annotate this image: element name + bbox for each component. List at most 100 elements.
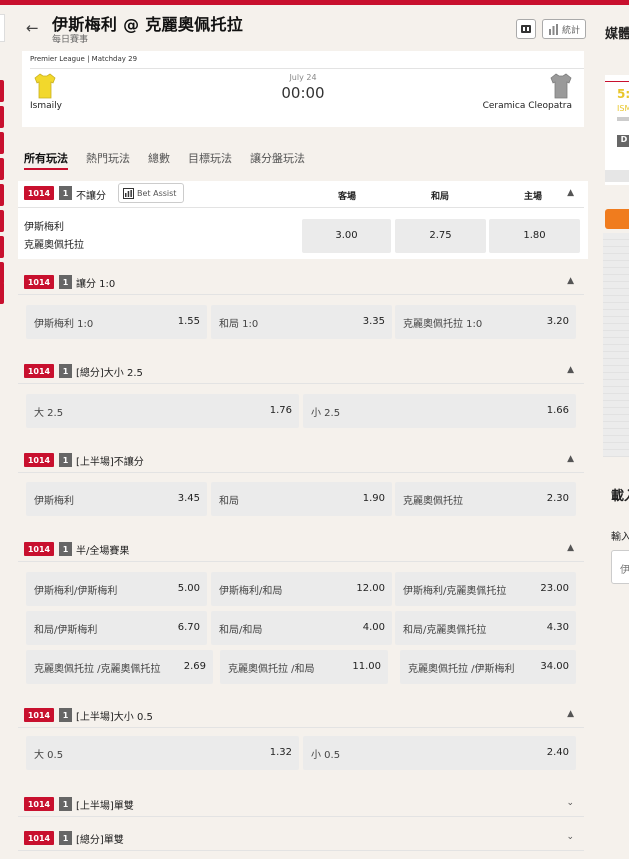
market-header[interactable]: 1014 1 [總分]大小 2.5 ▲ <box>18 361 584 384</box>
odds-value: 1.90 <box>362 493 385 504</box>
odds-button[interactable]: 伊斯梅利/伊斯梅利 5.00 <box>26 572 207 606</box>
odds-value: 3.45 <box>177 493 200 504</box>
odds-button[interactable]: 和局/克麗奧佩托拉 4.30 <box>395 611 576 645</box>
right-side-panel: 媒體 5: ISM D 載入 輸入 伊 <box>598 5 629 859</box>
odds-button[interactable]: 伊斯梅利 1:0 1.55 <box>26 305 207 339</box>
left-marker[interactable] <box>0 158 4 180</box>
team-abbr: ISM <box>617 104 629 113</box>
left-collapsed-panel[interactable] <box>0 14 5 42</box>
match-time: 00:00 <box>281 84 325 102</box>
stake-input[interactable]: 伊 <box>611 550 629 584</box>
left-marker[interactable] <box>0 80 4 102</box>
bet-assist-button[interactable]: Bet Assist <box>118 183 184 203</box>
odds-button[interactable]: 3.00 <box>302 219 391 253</box>
left-marker[interactable] <box>0 236 4 258</box>
market-header[interactable]: 1014 1 [總分]單雙 ⌄ <box>18 828 584 851</box>
odds-button[interactable]: 克麗奧佩托拉 /克麗奧佩托拉 2.69 <box>26 650 213 684</box>
market-section: 1014 1 不讓分 Bet Assist 客場 和局 主場 ▲ 伊斯梅利 克麗… <box>18 181 588 259</box>
odds-button[interactable]: 和局/和局 4.00 <box>211 611 392 645</box>
tab-totals[interactable]: 總數 <box>148 150 170 170</box>
market-header[interactable]: 1014 1 不讓分 Bet Assist 客場 和局 主場 ▲ <box>18 181 584 208</box>
chevron-up-icon[interactable]: ▲ <box>567 709 574 719</box>
odds-value: 4.00 <box>362 622 385 633</box>
match-detail-panel: ← 伊斯梅利 @ 克麗奧佩托拉 每日賽事 統計 Premier League |… <box>18 5 588 859</box>
odds-button[interactable]: 小 0.5 2.40 <box>303 736 576 770</box>
market-name: 讓分 1:0 <box>76 279 116 290</box>
odds-button[interactable]: 克麗奧佩托拉 2.30 <box>395 482 576 516</box>
left-marker[interactable] <box>0 262 4 284</box>
odds-value: 1.55 <box>177 316 200 327</box>
market-header[interactable]: 1014 1 半/全場賽果 ▲ <box>18 539 584 562</box>
market-id-badge: 1014 <box>24 364 54 378</box>
chevron-up-icon[interactable]: ▲ <box>567 543 574 553</box>
odds-button[interactable]: 小 2.5 1.66 <box>303 394 576 428</box>
odds-button[interactable]: 伊斯梅利/和局 12.00 <box>211 572 392 606</box>
stats-label: 統計 <box>561 25 580 36</box>
odds-button[interactable]: 伊斯梅利/克麗奧佩托拉 23.00 <box>395 572 576 606</box>
odds-button[interactable]: 和局 1:0 3.35 <box>211 305 392 339</box>
market-section: 1014 1 讓分 1:0 ▲ 伊斯梅利 1:0 1.55 和局 1:0 3.35 克麗奧佩托拉… <box>18 272 588 351</box>
chevron-up-icon[interactable]: ▲ <box>567 365 574 375</box>
orange-action-button[interactable] <box>605 209 629 229</box>
tab-all[interactable]: 所有玩法 <box>24 150 68 170</box>
back-arrow-icon[interactable]: ← <box>26 19 39 37</box>
away-team-name: Ceramica Cleopatra <box>482 101 572 111</box>
market-header[interactable]: 1014 1 讓分 1:0 ▲ <box>18 272 584 295</box>
chevron-down-icon[interactable]: ⌄ <box>566 832 574 842</box>
selection-label: 和局/和局 <box>219 625 263 636</box>
selection-label: 克麗奧佩托拉 /伊斯梅利 <box>408 664 515 675</box>
market-count-badge: 1 <box>59 364 72 378</box>
left-marker[interactable] <box>0 282 4 304</box>
selection-label: 伊斯梅利/克麗奧佩托拉 <box>403 586 507 597</box>
odds-value: 12.00 <box>356 583 385 594</box>
score-digit: 5: <box>617 87 629 101</box>
left-marker[interactable] <box>0 106 4 128</box>
selection-label: 和局/克麗奧佩托拉 <box>403 625 487 636</box>
team-name: 克麗奧佩托拉 <box>24 240 84 251</box>
left-marker[interactable] <box>0 184 4 206</box>
selection-label: 伊斯梅利 1:0 <box>34 319 94 330</box>
odds-button[interactable]: 克麗奧佩托拉 /伊斯梅利 34.00 <box>400 650 576 684</box>
market-id-badge: 1014 <box>24 275 54 289</box>
tab-handicap[interactable]: 讓分盤玩法 <box>250 150 305 170</box>
tab-popular[interactable]: 熱門玩法 <box>86 150 130 170</box>
market-tabs: 所有玩法 熱門玩法 總數 目標玩法 讓分盤玩法 <box>24 150 323 170</box>
odds-button[interactable]: 大 2.5 1.76 <box>26 394 299 428</box>
odds-button[interactable]: 克麗奧佩托拉 /和局 11.00 <box>220 650 388 684</box>
column-header-away: 客場 <box>338 192 357 202</box>
market-header[interactable]: 1014 1 [上半場]大小 0.5 ▲ <box>18 705 584 728</box>
chevron-up-icon[interactable]: ▲ <box>567 276 574 286</box>
odds-value: 1.76 <box>269 405 292 416</box>
odds-button[interactable]: 和局/伊斯梅利 6.70 <box>26 611 207 645</box>
chevron-up-icon[interactable]: ▲ <box>567 188 574 198</box>
scoreboard-widget: 5: ISM D <box>605 75 629 185</box>
selection-label: 伊斯梅利/伊斯梅利 <box>34 586 118 597</box>
market-name: [上半場]大小 0.5 <box>76 712 153 723</box>
chevron-up-icon[interactable]: ▲ <box>567 454 574 464</box>
market-section: 1014 1 [總分]大小 2.5 ▲ 大 2.5 1.76 小 2.5 1.66 <box>18 361 588 441</box>
market-header[interactable]: 1014 1 [上半場]單雙 ⌄ <box>18 794 584 817</box>
scoreboard-icon[interactable] <box>516 19 536 39</box>
selection-label: 伊斯梅利 <box>34 496 74 507</box>
match-date: July 24 <box>289 73 317 82</box>
tab-goals[interactable]: 目標玩法 <box>188 150 232 170</box>
column-header-draw: 和局 <box>431 192 450 202</box>
market-header[interactable]: 1014 1 [上半場]不讓分 ▲ <box>18 450 584 473</box>
market-count-badge: 1 <box>59 797 72 811</box>
selection-label: 克麗奧佩托拉 <box>403 496 463 507</box>
odds-button[interactable]: 大 0.5 1.32 <box>26 736 299 770</box>
odds-button[interactable]: 1.80 <box>489 219 580 253</box>
odds-button[interactable]: 和局 1.90 <box>211 482 392 516</box>
odds-button[interactable]: 2.75 <box>395 219 486 253</box>
market-id-badge: 1014 <box>24 708 54 722</box>
odds-button[interactable]: 伊斯梅利 3.45 <box>26 482 207 516</box>
left-marker[interactable] <box>0 132 4 154</box>
bar-chart-icon <box>123 187 134 199</box>
market-section: 1014 1 半/全場賽果 ▲ 伊斯梅利/伊斯梅利 5.00 伊斯梅利/和局 12.00 伊斯梅… <box>18 539 588 694</box>
loading-label: 載入 <box>611 489 629 504</box>
chevron-down-icon[interactable]: ⌄ <box>566 798 574 808</box>
odds-button[interactable]: 克麗奧佩托拉 1:0 3.20 <box>395 305 576 339</box>
media-panel-title: 媒體 <box>605 27 629 42</box>
left-marker[interactable] <box>0 210 4 232</box>
stats-button[interactable]: 統計 <box>542 19 586 39</box>
